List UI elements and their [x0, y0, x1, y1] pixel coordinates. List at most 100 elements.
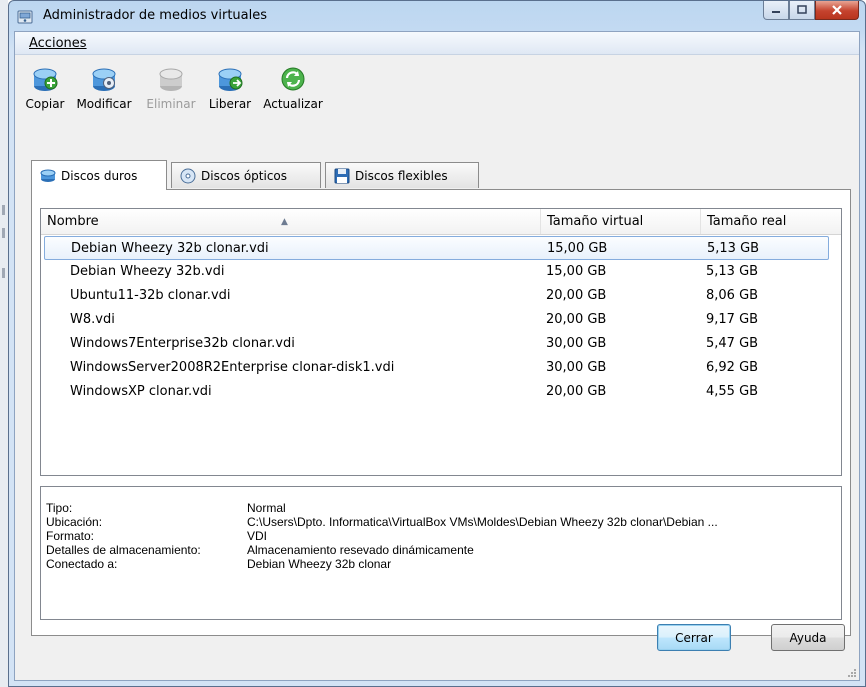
sort-ascending-icon: ▲	[281, 217, 288, 227]
modify-disk-icon	[92, 68, 116, 91]
maximize-icon	[797, 5, 807, 14]
detail-row-formato: Formato: VDI	[46, 529, 267, 543]
disk-virtual-size: 20,00 GB	[546, 288, 607, 303]
floppy-disk-icon	[334, 168, 350, 183]
detail-row-conectado: Conectado a: Debian Wheezy 32b clonar	[46, 557, 391, 571]
detail-label: Tipo:	[46, 501, 73, 515]
detail-row-detalles: Detalles de almacenamiento: Almacenamien…	[46, 543, 474, 557]
table-row[interactable]: Debian Wheezy 32b.vdi 15,00 GB 5,13 GB	[41, 260, 841, 284]
menu-acciones[interactable]: Acciones	[29, 36, 87, 51]
tab-discos-flexibles-label: Discos flexibles	[355, 168, 448, 183]
release-label: Liberar	[208, 97, 252, 111]
close-button[interactable]	[815, 1, 859, 20]
refresh-icon	[281, 67, 305, 91]
disk-virtual-size: 20,00 GB	[546, 312, 607, 327]
table-row[interactable]: WindowsServer2008R2Enterprise clonar-dis…	[41, 356, 841, 380]
background-mark	[2, 228, 5, 238]
list-header: Nombre ▲ Tamaño virtual Tamaño real	[41, 209, 841, 235]
copy-button[interactable]: Copiar	[25, 66, 65, 111]
disk-real-size: 5,13 GB	[707, 241, 760, 256]
dialog-client-area: Acciones Copiar Modificar Eliminar Liber…	[14, 31, 860, 681]
detail-label: Conectado a:	[46, 557, 118, 571]
detail-row-tipo: Tipo: Normal	[46, 501, 286, 515]
detail-value: Almacenamiento resevado dinámicamente	[247, 543, 474, 557]
minimize-button[interactable]	[763, 1, 789, 20]
table-row[interactable]: Windows7Enterprise32b clonar.vdi 30,00 G…	[41, 332, 841, 356]
tab-discos-duros-label: Discos duros	[61, 168, 138, 183]
background-mark	[2, 205, 5, 215]
disk-name: Ubuntu11-32b clonar.vdi	[70, 288, 231, 303]
detail-label: Detalles de almacenamiento:	[46, 543, 201, 557]
detail-value: C:\Users\Dpto. Informatica\VirtualBox VM…	[247, 515, 718, 529]
toolbar: Copiar Modificar Eliminar Liberar Actual…	[15, 62, 859, 122]
resize-grip-icon[interactable]	[845, 666, 857, 678]
background-mark	[2, 268, 5, 278]
release-disk-icon	[218, 68, 243, 91]
release-button[interactable]: Liberar	[205, 66, 255, 111]
refresh-button[interactable]: Actualizar	[261, 66, 325, 111]
detail-value: Normal	[247, 501, 286, 515]
help-label: Ayuda	[789, 630, 827, 645]
table-row[interactable]: WindowsXP clonar.vdi 20,00 GB 4,55 GB	[41, 380, 841, 404]
disk-virtual-size: 15,00 GB	[547, 241, 608, 256]
remove-disk-icon	[159, 68, 183, 91]
detail-row-ubicacion: Ubicación: C:\Users\Dpto. Informatica\Vi…	[46, 515, 718, 529]
table-row[interactable]: Ubuntu11-32b clonar.vdi 20,00 GB 8,06 GB	[41, 284, 841, 308]
disk-real-size: 4,55 GB	[706, 384, 759, 399]
detail-value: VDI	[247, 529, 268, 543]
menu-bar: Acciones	[15, 32, 859, 55]
caption-buttons	[763, 1, 859, 21]
disk-virtual-size: 30,00 GB	[546, 336, 607, 351]
tab-discos-flexibles[interactable]: Discos flexibles	[325, 162, 479, 188]
title-bar[interactable]: Administrador de medios virtuales	[9, 1, 865, 31]
disk-name: Windows7Enterprise32b clonar.vdi	[70, 336, 295, 351]
remove-button[interactable]: Eliminar	[145, 66, 197, 111]
disk-real-size: 6,92 GB	[706, 360, 759, 375]
modify-label: Modificar	[76, 97, 132, 111]
background-strip	[0, 0, 8, 687]
optical-disc-icon	[180, 168, 196, 183]
detail-label: Formato:	[46, 529, 95, 543]
minimize-icon	[772, 11, 780, 13]
hard-disk-icon	[40, 169, 56, 182]
close-dialog-label: Cerrar	[675, 630, 713, 645]
disk-name: WindowsXP clonar.vdi	[70, 384, 212, 399]
detail-label: Ubicación:	[46, 515, 103, 529]
tab-discos-duros[interactable]: Discos duros	[31, 160, 167, 190]
column-header-nombre[interactable]: Nombre ▲	[41, 209, 541, 234]
table-row[interactable]: W8.vdi 20,00 GB 9,17 GB	[41, 308, 841, 332]
tab-discos-opticos-label: Discos ópticos	[201, 168, 288, 183]
disk-virtual-size: 15,00 GB	[546, 264, 607, 279]
refresh-label: Actualizar	[263, 97, 323, 111]
disk-name: Debian Wheezy 32b clonar.vdi	[71, 241, 269, 256]
column-header-nombre-label: Nombre	[47, 214, 99, 229]
disk-real-size: 9,17 GB	[706, 312, 759, 327]
media-manager-window: Administrador de medios virtuales Accion…	[8, 0, 866, 687]
disk-virtual-size: 20,00 GB	[546, 384, 607, 399]
menu-acciones-label: Acciones	[29, 36, 87, 51]
disk-list[interactable]: Nombre ▲ Tamaño virtual Tamaño real Debi…	[40, 208, 842, 476]
maximize-button[interactable]	[789, 1, 815, 20]
table-row[interactable]: Debian Wheezy 32b clonar.vdi 15,00 GB 5,…	[44, 236, 829, 260]
copy-label: Copiar	[25, 97, 65, 111]
disk-real-size: 8,06 GB	[706, 288, 759, 303]
disk-name: W8.vdi	[70, 312, 115, 327]
tab-discos-opticos[interactable]: Discos ópticos	[171, 162, 321, 188]
modify-button[interactable]: Modificar	[71, 66, 137, 111]
disk-name: Debian Wheezy 32b.vdi	[70, 264, 225, 279]
help-button[interactable]: Ayuda	[771, 624, 845, 651]
disk-virtual-size: 30,00 GB	[546, 360, 607, 375]
disk-name: WindowsServer2008R2Enterprise clonar-dis…	[70, 360, 395, 375]
close-dialog-button[interactable]: Cerrar	[657, 624, 731, 651]
remove-label: Eliminar	[146, 97, 196, 111]
column-header-tamano-virtual[interactable]: Tamaño virtual	[541, 209, 701, 234]
vbox-window-icon	[17, 10, 33, 24]
hard-disks-panel: Nombre ▲ Tamaño virtual Tamaño real Debi…	[31, 189, 851, 636]
column-header-tamano-real[interactable]: Tamaño real	[701, 209, 841, 234]
detail-value: Debian Wheezy 32b clonar	[247, 557, 392, 571]
window-title: Administrador de medios virtuales	[43, 8, 268, 23]
close-icon	[832, 5, 842, 15]
disk-real-size: 5,47 GB	[706, 336, 759, 351]
column-header-tamano-virtual-label: Tamaño virtual	[547, 214, 644, 229]
copy-disk-icon	[33, 68, 58, 91]
